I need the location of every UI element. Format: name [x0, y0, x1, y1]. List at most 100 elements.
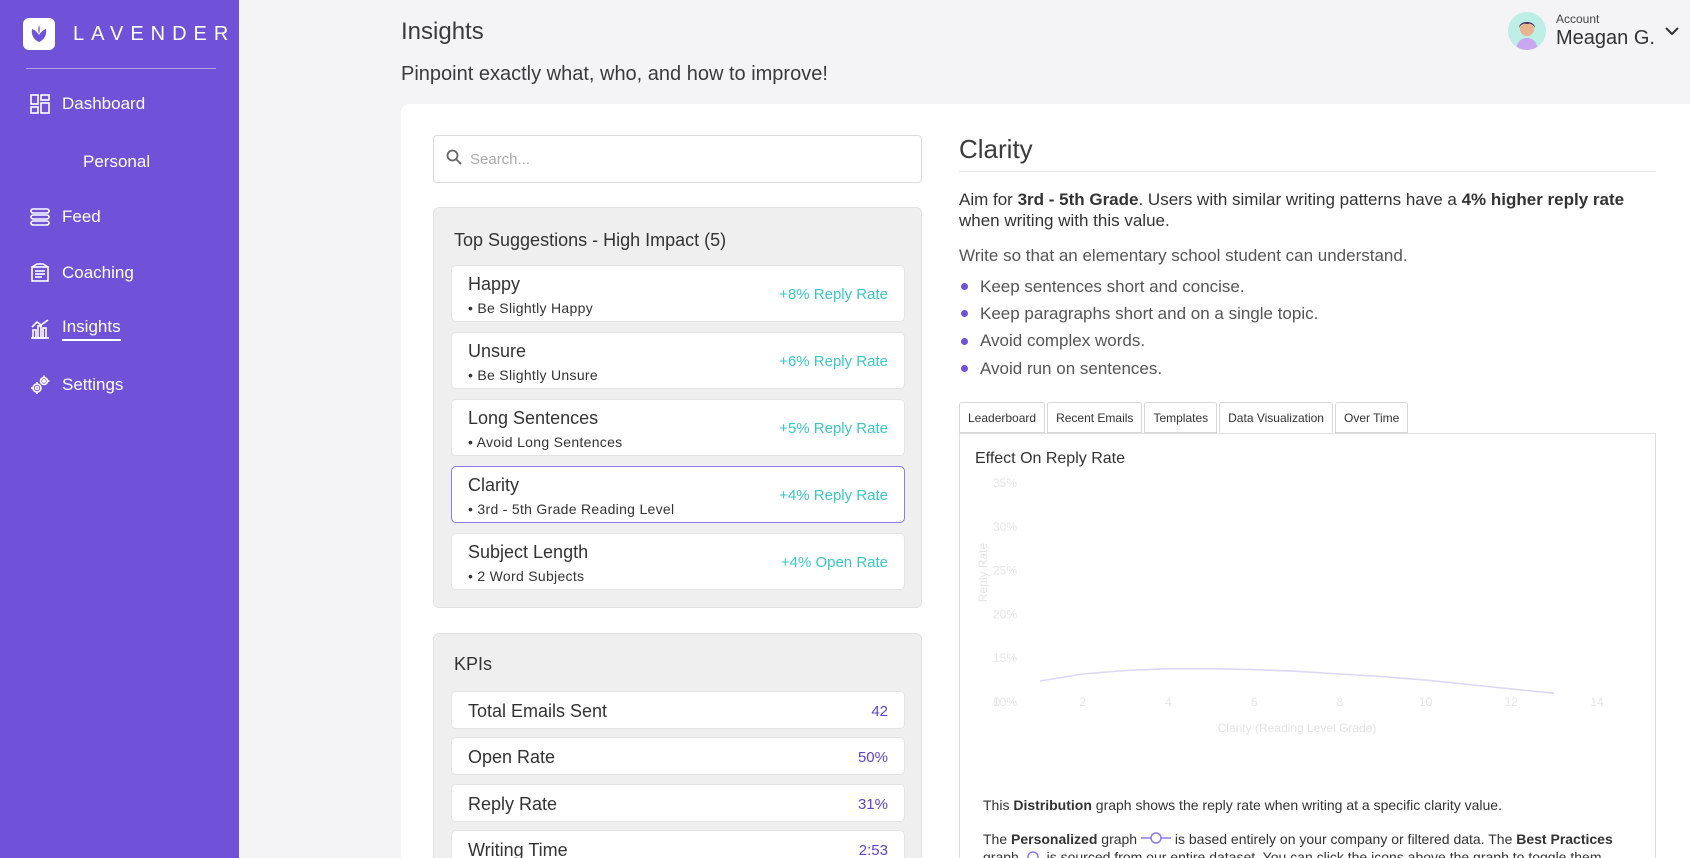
kpi-label: Writing Time — [468, 840, 568, 858]
kpi-label: Reply Rate — [468, 794, 558, 814]
bullet-icon — [961, 337, 968, 345]
sidebar-item-coaching[interactable]: Coaching — [28, 261, 134, 285]
aim-text: Aim for 3rd - 5th Grade. Users with simi… — [959, 189, 1659, 231]
list-item: Keep sentences short and concise. — [959, 273, 1318, 300]
personalized-graph-icon[interactable] — [1140, 831, 1171, 849]
tip-text: Keep paragraphs short and on a single to… — [980, 303, 1319, 323]
note-text: This — [983, 797, 1014, 813]
suggestion-subtitle: • 3rd - 5th Grade Reading Level — [468, 501, 675, 517]
suggestion-rate: +5% Reply Rate — [779, 420, 888, 437]
coaching-icon — [28, 261, 52, 285]
feed-icon — [28, 205, 52, 229]
x-tick-label: 12 — [1505, 695, 1519, 709]
tab-recent-emails[interactable]: Recent Emails — [1047, 402, 1143, 433]
suggestion-item-happy[interactable]: Happy • Be Slightly Happy +8% Reply Rate — [451, 265, 905, 322]
page-title: Insights — [401, 18, 484, 45]
suggestion-rate: +6% Reply Rate — [779, 353, 888, 370]
suggestion-title: Unsure — [468, 341, 527, 361]
suggestions-panel: Top Suggestions - High Impact (5) Happy … — [433, 207, 922, 608]
y-tick-label: 20% — [993, 607, 1017, 621]
suggestion-subtitle: • Avoid Long Sentences — [468, 434, 623, 450]
sidebar-item-label: Dashboard — [62, 94, 146, 113]
suggestion-rate: +4% Open Rate — [780, 554, 888, 571]
list-item: Avoid run on sentences. — [959, 355, 1318, 382]
sidebar-item-label: Coaching — [62, 263, 134, 282]
note-text: is sourced from our entire dataset. You … — [1042, 849, 1602, 858]
y-tick-label: 25% — [993, 564, 1017, 578]
reply-rate-chart: 10%15%20%25%30%35%0 2 4 6 8 10 12 14Clarity (Re… — [976, 476, 1604, 735]
best-practices-graph-icon[interactable] — [1023, 850, 1043, 858]
note-bold: Personalized — [1011, 831, 1098, 847]
suggestion-item-subject-length[interactable]: Subject Length • 2 Word Subjects +4% Ope… — [451, 533, 905, 590]
bullet-icon — [961, 310, 968, 318]
account-label: Account — [1556, 12, 1600, 26]
sidebar-item-settings[interactable]: Settings — [28, 373, 123, 397]
suggestion-subtitle: • Be Slightly Happy — [468, 300, 593, 316]
tip-text: Keep sentences short and concise. — [980, 276, 1245, 296]
detail-title: Clarity — [959, 134, 1033, 164]
suggestion-title: Long Sentences — [468, 408, 599, 428]
tab-templates[interactable]: Templates — [1144, 402, 1218, 433]
aim-prefix: Aim for — [959, 190, 1018, 209]
tips-list: Keep sentences short and concise. Keep p… — [959, 273, 1318, 382]
aim-target: 3rd - 5th Grade — [1017, 190, 1139, 209]
brand[interactable]: LAVENDER — [23, 18, 235, 50]
aim-lift: 4% higher reply rate — [1461, 190, 1625, 209]
note-bold: Distribution — [1013, 797, 1092, 813]
kpi-value: 2:53 — [858, 842, 888, 858]
bullet-icon — [961, 283, 968, 291]
sidebar: LAVENDER Dashboard Personal Feed Coachin… — [0, 0, 239, 858]
suggestion-item-long-sentences[interactable]: Long Sentences • Avoid Long Sentences +5… — [451, 399, 905, 456]
insights-icon — [28, 317, 52, 341]
suggestion-title: Happy — [468, 274, 521, 294]
reply-rate-line — [1039, 667, 1555, 694]
suggestion-rate: +4% Reply Rate — [779, 487, 888, 504]
y-axis-label: Reply Rate — [976, 543, 990, 603]
search-box[interactable] — [433, 135, 922, 183]
account-menu[interactable]: Account Meagan G. — [1508, 12, 1655, 50]
y-tick-label: 35% — [993, 476, 1017, 490]
account-name: Meagan G. — [1556, 27, 1655, 49]
tip-text: Avoid complex words. — [980, 331, 1146, 351]
distribution-note: This Distribution graph shows the reply … — [983, 797, 1502, 813]
sidebar-item-insights[interactable]: Insights — [28, 317, 121, 341]
search-input[interactable] — [470, 150, 890, 168]
note-bold: Best Practices — [1516, 831, 1613, 847]
sidebar-item-dashboard[interactable]: Dashboard — [28, 92, 145, 116]
tab-data-visualization[interactable]: Data Visualization — [1219, 402, 1333, 433]
kpi-row: Reply Rate 31% — [451, 784, 905, 822]
y-tick-label: 30% — [993, 520, 1017, 534]
sidebar-item-personal[interactable]: Personal — [83, 152, 150, 172]
suggestion-item-clarity[interactable]: Clarity • 3rd - 5th Grade Reading Level … — [451, 466, 905, 523]
x-tick-label: 2 — [1079, 695, 1086, 709]
kpi-panel: KPIs Total Emails Sent 42 Open Rate 50% … — [433, 633, 922, 858]
aim-mid: . Users with similar writing patterns ha… — [1138, 190, 1462, 209]
suggestion-subtitle: • Be Slightly Unsure — [468, 367, 598, 383]
page-subtitle: Pinpoint exactly what, who, and how to i… — [401, 63, 828, 85]
detail-tabs: Leaderboard Recent Emails Templates Data… — [959, 402, 1410, 433]
chevron-down-icon[interactable] — [1664, 24, 1680, 42]
tab-over-time[interactable]: Over Time — [1334, 402, 1409, 433]
brand-name: LAVENDER — [73, 22, 236, 45]
kpi-value: 42 — [871, 703, 888, 720]
y-tick-label: 15% — [993, 651, 1017, 665]
bullet-icon — [961, 365, 968, 373]
sidebar-item-feed[interactable]: Feed — [28, 205, 101, 229]
aim-suffix: when writing with this value. — [959, 211, 1170, 230]
search-icon — [446, 149, 462, 170]
suggestion-title: Clarity — [468, 475, 520, 495]
detail-description: Write so that an elementary school stude… — [959, 246, 1408, 265]
divider — [959, 171, 1656, 172]
suggestion-title: Subject Length — [468, 542, 589, 562]
dashboard-icon — [28, 92, 52, 116]
x-tick-label: 0 — [994, 695, 1001, 709]
graph-legend-note: The Personalized graph is based entirely… — [983, 831, 1633, 858]
suggestions-title: Top Suggestions - High Impact (5) — [454, 230, 727, 250]
sidebar-item-label: Settings — [62, 375, 124, 394]
tip-text: Avoid run on sentences. — [980, 358, 1163, 378]
note-text: The — [983, 831, 1012, 847]
suggestion-subtitle: • 2 Word Subjects — [468, 568, 585, 584]
suggestion-rate: +8% Reply Rate — [779, 286, 888, 303]
tab-leaderboard[interactable]: Leaderboard — [959, 402, 1046, 433]
suggestion-item-unsure[interactable]: Unsure • Be Slightly Unsure +6% Reply Ra… — [451, 332, 905, 389]
